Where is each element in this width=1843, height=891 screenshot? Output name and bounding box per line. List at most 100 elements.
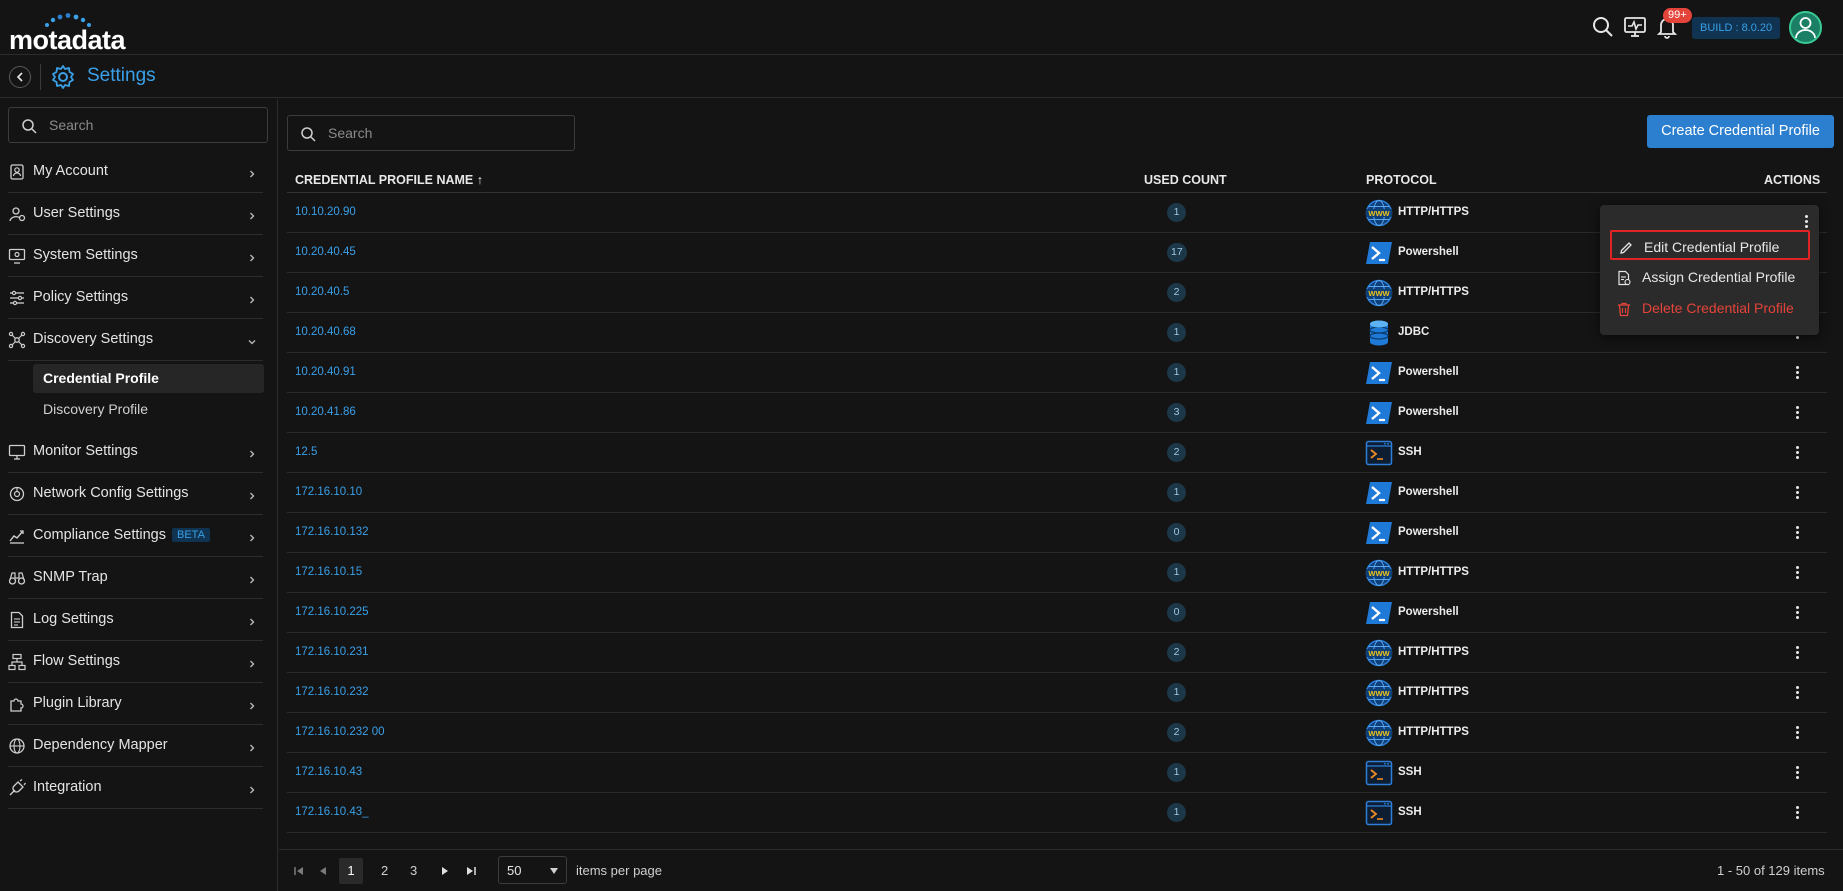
sidebar-search-input[interactable]: Search [8, 107, 268, 143]
sidebar-item-label: Policy Settings [33, 289, 129, 305]
next-page-icon[interactable] [439, 865, 451, 877]
column-header-name[interactable]: CREDENTIAL PROFILE NAME ↑ [295, 173, 483, 187]
table-row: 172.16.10.10 1 Powershell [287, 473, 1827, 513]
profile-name-link[interactable]: 10.20.40.91 [295, 366, 356, 378]
row-actions-kebab-icon[interactable] [1790, 644, 1804, 662]
svg-text:WWW: WWW [1368, 569, 1390, 578]
user-card-icon [8, 163, 26, 181]
chevron-right-icon [247, 740, 257, 752]
powershell-icon [1365, 479, 1393, 507]
sidebar-item-snmp-trap[interactable]: SNMP Trap [8, 557, 263, 599]
sidebar-item-monitor-settings[interactable]: Monitor Settings [8, 431, 263, 473]
profile-name-link[interactable]: 10.20.41.86 [295, 406, 356, 418]
row-actions-kebab-icon[interactable] [1790, 444, 1804, 462]
profile-name-link[interactable]: 172.16.10.43 [295, 766, 362, 778]
sidebar-item-flow-settings[interactable]: Flow Settings [8, 641, 263, 683]
row-actions-kebab-icon[interactable] [1790, 404, 1804, 422]
page-button-2[interactable]: 2 [381, 863, 388, 878]
column-header-protocol[interactable]: PROTOCOL [1366, 173, 1437, 187]
protocol-label: HTTP/HTTPS [1398, 206, 1469, 218]
protocol-label: JDBC [1398, 326, 1430, 338]
profile-name-link[interactable]: 10.10.20.90 [295, 206, 356, 218]
sidebar-item-compliance-settings[interactable]: Compliance Settings BETA [8, 515, 263, 557]
row-actions-kebab-icon[interactable] [1790, 524, 1804, 542]
protocol-label: SSH [1398, 806, 1422, 818]
profile-name-link[interactable]: 172.16.10.232 [295, 686, 369, 698]
items-per-page-select[interactable]: 50 [498, 856, 567, 884]
sidebar-item-network-config-settings[interactable]: Network Config Settings [8, 473, 263, 515]
database-icon [1365, 319, 1393, 347]
profile-name-link[interactable]: 172.16.10.231 [295, 646, 369, 658]
user-icon [1795, 17, 1816, 39]
document-icon [8, 611, 26, 629]
row-action-menu: Edit Credential Profile Assign Credentia… [1600, 205, 1819, 335]
kebab-menu-icon[interactable] [1801, 213, 1811, 229]
profile-name-link[interactable]: 12.5 [295, 446, 317, 458]
create-credential-profile-button[interactable]: Create Credential Profile [1647, 115, 1834, 148]
sidebar-item-discovery-settings[interactable]: Discovery Settings [8, 319, 263, 361]
network-nodes-icon [8, 331, 26, 349]
delete-credential-profile-menu-item[interactable]: Delete Credential Profile [1610, 293, 1810, 323]
profile-name-link[interactable]: 172.16.10.132 [295, 526, 369, 538]
search-icon [301, 127, 316, 142]
previous-page-icon[interactable] [317, 865, 329, 877]
sidebar-item-dependency-mapper[interactable]: Dependency Mapper [8, 725, 263, 767]
sidebar-item-plugin-library[interactable]: Plugin Library [8, 683, 263, 725]
profile-name-link[interactable]: 172.16.10.15 [295, 566, 362, 578]
profile-name-link[interactable]: 172.16.10.232 00 [295, 726, 385, 738]
sidebar-item-user-settings[interactable]: User Settings [8, 193, 263, 235]
profile-name-link[interactable]: 10.20.40.5 [295, 286, 349, 298]
table-row: 10.20.40.68 1 JDBC [287, 313, 1827, 353]
row-actions-kebab-icon[interactable] [1790, 724, 1804, 742]
table-row: 10.20.41.86 3 Powershell [287, 393, 1827, 433]
profile-name-link[interactable]: 172.16.10.10 [295, 486, 362, 498]
profile-name-link[interactable]: 10.20.40.45 [295, 246, 356, 258]
sidebar-item-policy-settings[interactable]: Policy Settings [8, 277, 263, 319]
profile-name-link[interactable]: 172.16.10.43_ [295, 806, 369, 818]
profile-search-placeholder: Search [328, 125, 373, 141]
last-page-icon[interactable] [465, 865, 477, 877]
row-actions-kebab-icon[interactable] [1790, 684, 1804, 702]
sidebar-item-my-account[interactable]: My Account [8, 151, 263, 193]
notification-badge: 99+ [1663, 8, 1692, 23]
www-icon: WWW [1365, 639, 1393, 667]
back-button[interactable] [9, 66, 31, 88]
pagination-summary: 1 - 50 of 129 items [1717, 863, 1825, 878]
used-count-badge: 1 [1167, 803, 1186, 822]
binoculars-icon [8, 569, 26, 587]
edit-credential-profile-menu-item[interactable]: Edit Credential Profile [1610, 230, 1810, 260]
row-actions-kebab-icon[interactable] [1790, 484, 1804, 502]
column-header-used-count[interactable]: USED COUNT [1144, 173, 1227, 187]
row-actions-kebab-icon[interactable] [1790, 804, 1804, 822]
user-avatar[interactable] [1789, 11, 1822, 44]
sidebar-item-system-settings[interactable]: System Settings [8, 235, 263, 277]
first-page-icon[interactable] [293, 865, 305, 877]
search-icon[interactable] [1591, 15, 1615, 39]
row-actions-kebab-icon[interactable] [1790, 364, 1804, 382]
chevron-right-icon [247, 292, 257, 304]
protocol-label: Powershell [1398, 366, 1459, 378]
profile-name-link[interactable]: 10.20.40.68 [295, 326, 356, 338]
sidebar-item-log-settings[interactable]: Log Settings [8, 599, 263, 641]
build-version-badge: BUILD : 8.0.20 [1692, 17, 1781, 39]
profile-name-link[interactable]: 172.16.10.225 [295, 606, 369, 618]
sidebar-item-label: Integration [33, 779, 102, 795]
table-row: 172.16.10.132 0 Powershell [287, 513, 1827, 553]
profile-search-input[interactable]: Search [287, 115, 575, 151]
column-header-actions: ACTIONS [1764, 173, 1821, 187]
row-actions-kebab-icon[interactable] [1790, 604, 1804, 622]
powershell-icon [1365, 239, 1393, 267]
svg-text:WWW: WWW [1368, 289, 1390, 298]
page-button-1[interactable]: 1 [339, 858, 363, 884]
sidebar-subitem-credential-profile[interactable]: Credential Profile [33, 364, 264, 393]
page-button-3[interactable]: 3 [410, 863, 417, 878]
sidebar-item-label: Log Settings [33, 611, 114, 627]
svg-text:WWW: WWW [1368, 689, 1390, 698]
row-actions-kebab-icon[interactable] [1790, 564, 1804, 582]
monitor-pulse-icon[interactable] [1623, 15, 1647, 39]
protocol-label: SSH [1398, 446, 1422, 458]
row-actions-kebab-icon[interactable] [1790, 764, 1804, 782]
assign-credential-profile-menu-item[interactable]: Assign Credential Profile [1610, 262, 1810, 292]
sidebar-item-integration[interactable]: Integration [8, 767, 263, 809]
sidebar-subitem-discovery-profile[interactable]: Discovery Profile [33, 395, 264, 424]
